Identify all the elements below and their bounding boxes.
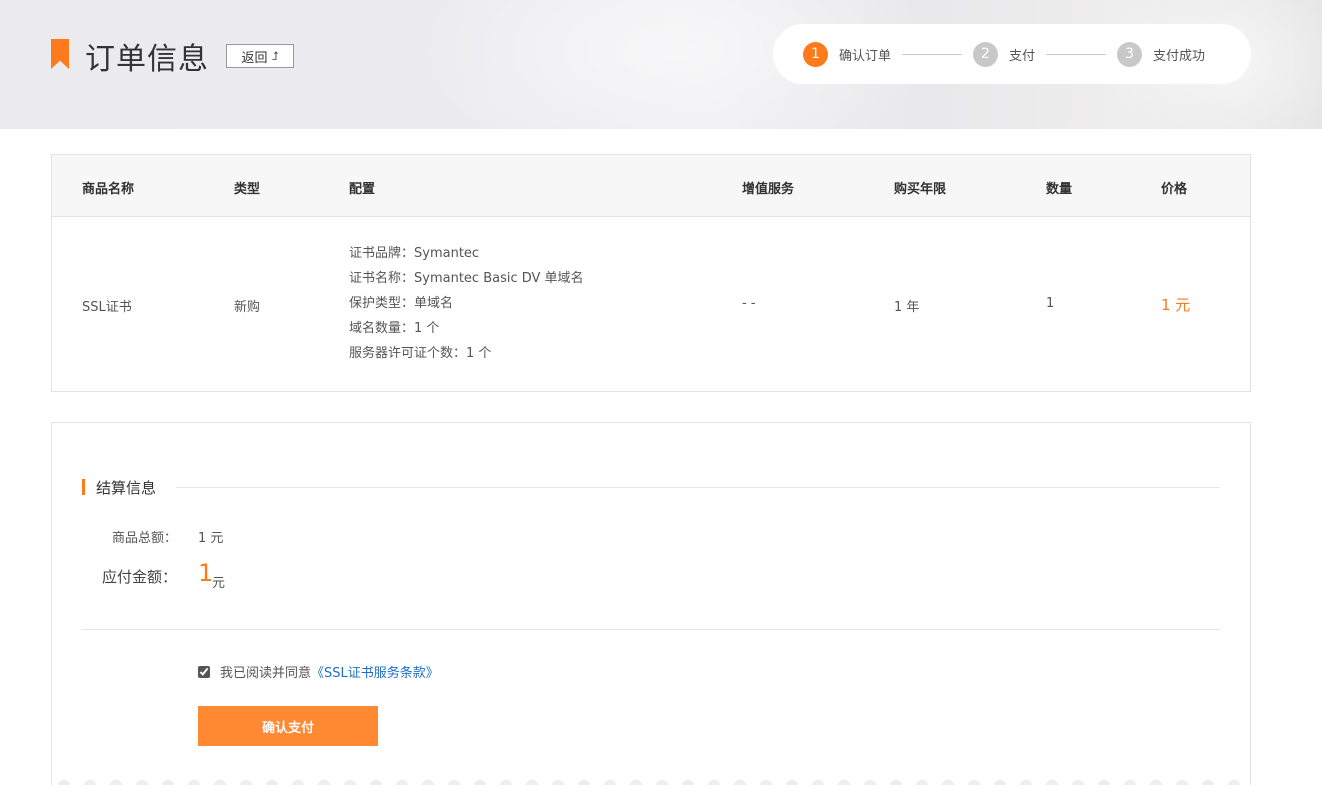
column-header-type: 类型 — [234, 182, 261, 197]
cell-quantity: 1 — [1046, 296, 1055, 311]
column-header-value-added: 增值服务 — [742, 182, 795, 197]
bookmark-icon — [51, 39, 69, 69]
step-pay-success: 3 支付成功 — [1117, 41, 1206, 67]
divider — [82, 629, 1220, 630]
agree-checkbox[interactable] — [198, 665, 210, 678]
agree-text: 我已阅读并同意 — [220, 666, 312, 681]
header-banner: 订单信息 返回 ⮥ 1 确认订单 2 支付 3 支付成功 — [0, 0, 1322, 129]
column-header-price: 价格 — [1161, 182, 1188, 197]
payable-label: 应付金额： — [102, 568, 178, 586]
step-number-2: 2 — [973, 41, 999, 67]
cell-value-added: - - — [742, 296, 756, 311]
section-rule — [176, 486, 1220, 488]
cell-product: SSL证书 — [82, 300, 132, 315]
column-header-config: 配置 — [349, 182, 376, 197]
step-pay: 2 支付 — [973, 41, 1036, 67]
step-number-3: 3 — [1117, 41, 1143, 67]
cell-config: 证书品牌：Symantec 证书名称：Symantec Basic DV 单域名… — [349, 241, 584, 366]
config-cert-name: 证书名称：Symantec Basic DV 单域名 — [349, 271, 584, 286]
column-header-years: 购买年限 — [894, 182, 947, 197]
step-connector — [902, 53, 963, 55]
total-label: 商品总额： — [112, 531, 178, 546]
config-protection-type: 保护类型：单域名 — [349, 296, 454, 311]
config-brand: 证书品牌：Symantec — [349, 246, 480, 261]
column-header-product: 商品名称 — [82, 182, 135, 197]
scalloped-edge — [52, 778, 1250, 785]
terms-link[interactable]: 《SSL证书服务条款》 — [311, 662, 439, 681]
step-connector — [1046, 53, 1107, 55]
cell-type: 新购 — [234, 300, 261, 315]
config-server-licenses: 服务器许可证个数：1 个 — [349, 346, 492, 361]
return-arrow-icon: ⮥ — [271, 48, 279, 63]
total-value: 1 元 — [198, 531, 224, 546]
step-label-2: 支付 — [1009, 48, 1036, 64]
cell-price: 1 元 — [1161, 296, 1191, 314]
section-title: 结算信息 — [96, 478, 157, 497]
config-domain-count: 域名数量：1 个 — [349, 321, 440, 336]
section-accent-bar — [82, 479, 85, 495]
step-label-3: 支付成功 — [1153, 48, 1206, 64]
payable-unit: 元 — [212, 576, 226, 591]
cell-years: 1 年 — [894, 300, 920, 315]
table-row: SSL证书 新购 证书品牌：Symantec 证书名称：Symantec Bas… — [52, 217, 1250, 392]
table-header: 商品名称 类型 配置 增值服务 购买年限 数量 价格 — [52, 155, 1250, 217]
section-heading: 结算信息 — [82, 477, 1220, 497]
page-title: 订单信息 — [85, 42, 209, 77]
back-button-label: 返回 — [241, 50, 268, 66]
step-number-1: 1 — [803, 41, 828, 67]
column-header-quantity: 数量 — [1046, 182, 1073, 197]
agreement-row: 我已阅读并同意 《SSL证书服务条款》 — [198, 662, 439, 681]
payable-amount: 1 — [198, 559, 214, 587]
progress-steps: 1 确认订单 2 支付 3 支付成功 — [773, 24, 1251, 84]
order-table: 商品名称 类型 配置 增值服务 购买年限 数量 价格 SSL证书 新购 证书品牌… — [51, 154, 1251, 392]
settlement-panel: 结算信息 商品总额： 1 元 应付金额： 1 元 我已阅读并同意 《SSL证书服… — [51, 422, 1251, 785]
confirm-pay-button[interactable]: 确认支付 — [198, 706, 378, 746]
step-confirm-order: 1 确认订单 — [803, 41, 892, 67]
step-label-1: 确认订单 — [839, 48, 892, 64]
back-button[interactable]: 返回 ⮥ — [226, 44, 294, 68]
